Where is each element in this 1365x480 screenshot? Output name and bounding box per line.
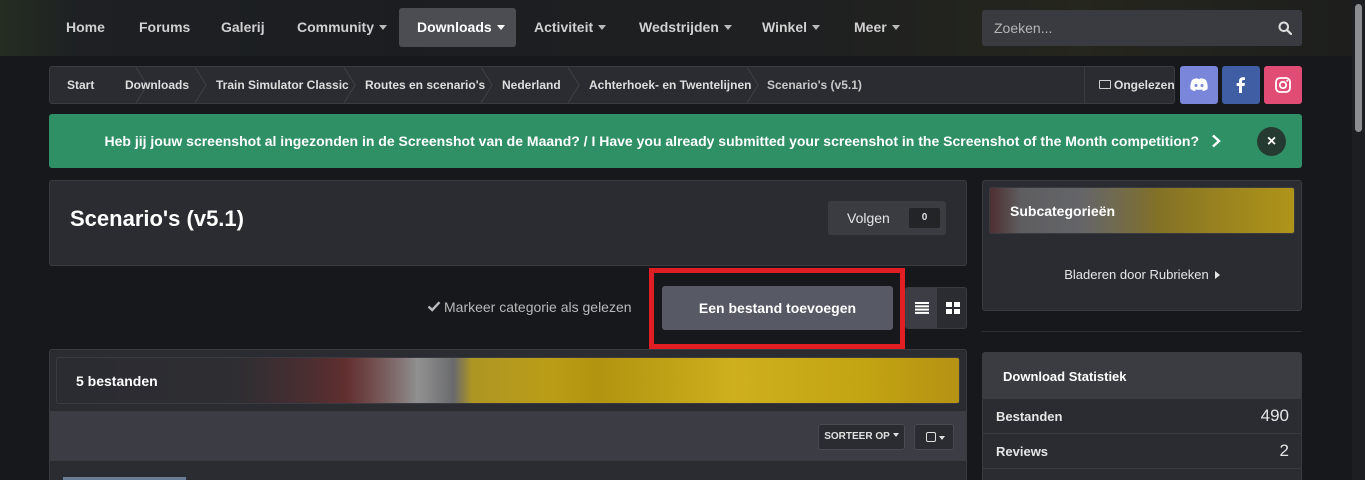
- nav-item-label: Community: [297, 19, 374, 35]
- nav-item-label: Home: [66, 19, 105, 35]
- stat-value: 490: [1260, 406, 1289, 425]
- breadcrumb: Start Downloads Train Simulator Classic …: [49, 66, 1175, 104]
- stat-label: Bestanden: [996, 409, 1063, 424]
- facebook-button[interactable]: [1222, 66, 1260, 104]
- announcement-text[interactable]: Heb jij jouw screenshot al ingezonden in…: [49, 114, 1199, 168]
- breadcrumb-separator: [568, 67, 580, 103]
- statistics-title: Download Statistiek: [1003, 369, 1127, 384]
- unread-content-label: Ongelezen Inhoud: [1114, 78, 1175, 92]
- browse-categories-link[interactable]: Bladeren door Rubrieken: [983, 267, 1301, 282]
- unread-icon: [1099, 80, 1111, 90]
- checkbox-icon: [926, 432, 936, 442]
- nav-item-forums[interactable]: Forums: [121, 8, 208, 47]
- files-toolbar: SORTEER OP: [50, 411, 966, 461]
- list-view-button[interactable]: [906, 288, 937, 328]
- chevron-down-icon: [379, 24, 387, 30]
- nav-item-label: Forums: [139, 19, 191, 35]
- list-icon: [915, 302, 929, 314]
- mark-category-read-label: Markeer categorie als gelezen: [444, 299, 632, 315]
- chevron-down-icon: [496, 24, 505, 30]
- highlight-annotation: [649, 268, 905, 349]
- nav-item-home[interactable]: Home: [48, 8, 123, 47]
- subcategories-title: Subcategorieën: [1010, 203, 1116, 219]
- facebook-icon: [1236, 77, 1245, 93]
- files-count: 5 bestanden: [76, 373, 158, 389]
- check-icon: [427, 301, 441, 312]
- chevron-right-icon: [1214, 270, 1220, 279]
- follower-count-badge: 0: [909, 208, 940, 228]
- category-header-panel: Scenario's (v5.1) Volgen 0: [49, 180, 967, 266]
- nav-item-label: Winkel: [762, 19, 807, 35]
- download-statistics-widget: Download Statistiek Bestanden 490 Review…: [982, 352, 1302, 480]
- search-icon[interactable]: [1278, 21, 1292, 35]
- nav-item-community[interactable]: Community: [279, 8, 405, 47]
- banner-overlay: [57, 358, 959, 403]
- page-scrollbar[interactable]: [1352, 0, 1365, 480]
- mark-category-read-link[interactable]: Markeer categorie als gelezen: [427, 299, 632, 315]
- instagram-icon: [1275, 77, 1291, 93]
- nav-item-winkel[interactable]: Winkel: [744, 8, 838, 47]
- chevron-down-icon: [812, 24, 820, 30]
- nav-item-activiteit[interactable]: Activiteit: [516, 8, 624, 47]
- breadcrumb-item-start[interactable]: Start: [67, 67, 94, 103]
- unread-content-button[interactable]: Ongelezen Inhoud: [1084, 67, 1175, 103]
- chevron-down-icon: [723, 24, 732, 30]
- breadcrumb-item-downloads[interactable]: Downloads: [125, 67, 189, 103]
- chevron-down-icon: [939, 436, 945, 440]
- files-panel: 5 bestanden SORTEER OP: [49, 349, 967, 480]
- stat-value: 2: [1279, 441, 1289, 460]
- discord-button[interactable]: [1180, 66, 1218, 104]
- discord-icon: [1190, 78, 1208, 91]
- grid-view-button[interactable]: [937, 288, 967, 328]
- select-files-button[interactable]: [914, 424, 954, 450]
- breadcrumb-separator: [481, 67, 493, 103]
- breadcrumb-separator: [195, 67, 207, 103]
- instagram-button[interactable]: [1264, 66, 1302, 104]
- view-toggle: [905, 287, 967, 329]
- nav-item-label: Wedstrijden: [639, 19, 719, 35]
- subcategories-widget: Subcategorieën Bladeren door Rubrieken: [982, 180, 1302, 311]
- search-input[interactable]: [982, 10, 1262, 46]
- nav-item-wedstrijden[interactable]: Wedstrijden: [621, 8, 750, 47]
- top-navigation-bar: Home Forums Galerij Community Downloads …: [0, 0, 1352, 56]
- nav-item-meer[interactable]: Meer: [836, 8, 918, 47]
- stat-label: Reviews: [996, 444, 1049, 459]
- subcategories-header-banner: Subcategorieën: [989, 187, 1295, 234]
- grid-icon: [946, 302, 960, 314]
- stat-row-files: Bestanden 490: [983, 399, 1301, 434]
- breadcrumb-separator: [747, 67, 759, 103]
- sidebar-divider: [982, 331, 1302, 332]
- nav-item-label: Downloads: [417, 19, 492, 35]
- stat-row-reviews: Reviews 2: [983, 434, 1301, 469]
- nav-item-downloads[interactable]: Downloads: [399, 8, 516, 47]
- breadcrumb-item-train-simulator[interactable]: Train Simulator Classic: [216, 67, 349, 103]
- nav-item-label: Galerij: [221, 19, 265, 35]
- announcement-banner[interactable]: Heb jij jouw screenshot al ingezonden in…: [49, 114, 1302, 168]
- breadcrumb-item-routes[interactable]: Routes en scenario's: [365, 67, 485, 103]
- follow-button[interactable]: Volgen 0: [828, 201, 946, 235]
- files-header-banner: 5 bestanden: [56, 357, 960, 404]
- nav-item-galerij[interactable]: Galerij: [203, 8, 283, 47]
- statistics-header: Download Statistiek: [983, 353, 1301, 399]
- breadcrumb-item-achterhoek[interactable]: Achterhoek- en Twentelijnen: [589, 67, 751, 103]
- page-title: Scenario's (v5.1): [70, 206, 244, 231]
- chevron-down-icon: [892, 433, 899, 438]
- breadcrumb-separator: [344, 67, 356, 103]
- browse-categories-label: Bladeren door Rubrieken: [1064, 267, 1209, 282]
- sort-by-label: SORTEER OP: [824, 431, 890, 442]
- sort-by-button[interactable]: SORTEER OP: [818, 424, 905, 450]
- chevron-down-icon: [598, 24, 607, 30]
- breadcrumb-item-nederland[interactable]: Nederland: [502, 67, 561, 103]
- search-box: [982, 10, 1302, 46]
- chevron-down-icon: [891, 24, 900, 30]
- breadcrumb-current: Scenario's (v5.1): [767, 78, 862, 92]
- chevron-right-icon: [1212, 134, 1221, 148]
- nav-item-label: Activiteit: [534, 19, 594, 35]
- scrollbar-thumb[interactable]: [1355, 4, 1362, 132]
- follow-label: Volgen: [847, 210, 890, 226]
- nav-item-label: Meer: [854, 19, 887, 35]
- close-announcement-button[interactable]: ×: [1257, 127, 1286, 156]
